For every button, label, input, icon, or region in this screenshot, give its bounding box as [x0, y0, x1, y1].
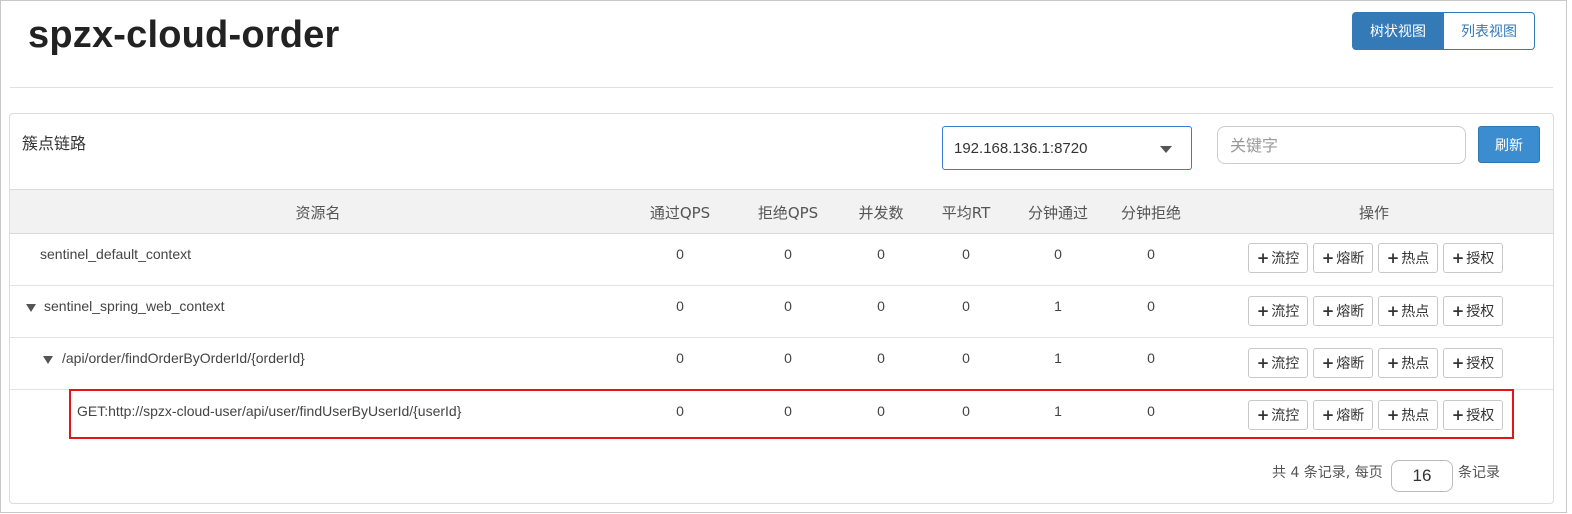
- flow-rule-label: 流控: [1271, 304, 1300, 320]
- highlight-annotation: [69, 389, 1514, 439]
- flow-rule-label: 流控: [1271, 356, 1300, 372]
- tree-view-button[interactable]: 树状视图: [1352, 12, 1444, 50]
- pager-total: 共 4 条记录, 每页: [1272, 465, 1383, 481]
- minute-pass: 1: [1054, 350, 1062, 366]
- th-resource-name: 资源名: [295, 204, 341, 222]
- th-actions: 操作: [1358, 204, 1390, 222]
- concurrency: 0: [877, 246, 885, 262]
- pager-suffix: 条记录: [1458, 465, 1500, 481]
- block-qps: 0: [784, 298, 792, 314]
- chevron-down-icon: [1160, 146, 1172, 153]
- concurrency: 0: [877, 298, 885, 314]
- hotspot-rule-label: 热点: [1401, 356, 1430, 372]
- hotspot-rule-label: 热点: [1401, 251, 1430, 267]
- app-title: spzx-cloud-order: [28, 14, 340, 56]
- minute-pass: 0: [1054, 246, 1062, 262]
- block-qps: 0: [784, 350, 792, 366]
- flow-rule-button[interactable]: + 流控: [1248, 243, 1308, 273]
- auth-rule-button[interactable]: + 授权: [1443, 296, 1503, 326]
- degrade-rule-button[interactable]: + 熔断: [1313, 348, 1373, 378]
- hotspot-rule-button[interactable]: + 热点: [1378, 348, 1438, 378]
- plus-icon: +: [1451, 249, 1465, 267]
- avg-rt: 0: [962, 298, 970, 314]
- th-avg-rt: 平均RT: [941, 204, 991, 222]
- pass-qps: 0: [676, 246, 684, 262]
- plus-icon: +: [1386, 249, 1400, 267]
- th-minute-pass: 分钟通过: [1027, 204, 1089, 222]
- plus-icon: +: [1386, 354, 1400, 372]
- th-minute-block: 分钟拒绝: [1120, 204, 1182, 222]
- th-block-qps: 拒绝QPS: [757, 204, 819, 222]
- view-toggle: 树状视图 列表视图: [1352, 12, 1535, 50]
- panel-title: 簇点链路: [22, 134, 87, 153]
- degrade-rule-label: 熔断: [1336, 356, 1365, 372]
- plus-icon: +: [1321, 354, 1335, 372]
- degrade-rule-label: 熔断: [1336, 251, 1365, 267]
- plus-icon: +: [1256, 302, 1270, 320]
- pass-qps: 0: [676, 350, 684, 366]
- avg-rt: 0: [962, 246, 970, 262]
- auth-rule-button[interactable]: + 授权: [1443, 348, 1503, 378]
- flow-rule-button[interactable]: + 流控: [1248, 296, 1308, 326]
- caret-down-icon[interactable]: [26, 304, 36, 312]
- keyword-search-input[interactable]: [1217, 126, 1466, 164]
- row-actions: + 流控 + 熔断 + 热点 + 授权: [1248, 348, 1503, 378]
- degrade-rule-label: 熔断: [1336, 304, 1365, 320]
- th-pass-qps: 通过QPS: [649, 204, 711, 222]
- plus-icon: +: [1386, 302, 1400, 320]
- degrade-rule-button[interactable]: + 熔断: [1313, 243, 1373, 273]
- auth-rule-label: 授权: [1466, 251, 1495, 267]
- minute-block: 0: [1147, 298, 1155, 314]
- row-actions: + 流控 + 熔断 + 热点 + 授权: [1248, 296, 1503, 326]
- auth-rule-button[interactable]: + 授权: [1443, 243, 1503, 273]
- resource-name: /api/order/findOrderByOrderId/{orderId}: [62, 350, 305, 366]
- minute-block: 0: [1147, 246, 1155, 262]
- flow-rule-button[interactable]: + 流控: [1248, 348, 1308, 378]
- auth-rule-label: 授权: [1466, 304, 1495, 320]
- caret-down-icon[interactable]: [43, 356, 53, 364]
- concurrency: 0: [877, 350, 885, 366]
- resource-name: sentinel_spring_web_context: [44, 298, 225, 314]
- degrade-rule-button[interactable]: + 熔断: [1313, 296, 1373, 326]
- hotspot-rule-button[interactable]: + 热点: [1378, 243, 1438, 273]
- header-divider: [10, 87, 1553, 88]
- plus-icon: +: [1451, 302, 1465, 320]
- block-qps: 0: [784, 246, 792, 262]
- plus-icon: +: [1256, 249, 1270, 267]
- pass-qps: 0: [676, 298, 684, 314]
- machine-select-value: 192.168.136.1:8720: [954, 139, 1088, 157]
- plus-icon: +: [1321, 302, 1335, 320]
- plus-icon: +: [1321, 249, 1335, 267]
- resource-name: sentinel_default_context: [40, 246, 191, 262]
- page-size-input[interactable]: 16: [1391, 460, 1453, 492]
- plus-icon: +: [1256, 354, 1270, 372]
- refresh-button[interactable]: 刷新: [1478, 126, 1540, 163]
- minute-block: 0: [1147, 350, 1155, 366]
- auth-rule-label: 授权: [1466, 356, 1495, 372]
- hotspot-rule-button[interactable]: + 热点: [1378, 296, 1438, 326]
- avg-rt: 0: [962, 350, 970, 366]
- list-view-button[interactable]: 列表视图: [1444, 12, 1535, 50]
- machine-select[interactable]: 192.168.136.1:8720: [942, 126, 1192, 170]
- row-actions: + 流控 + 熔断 + 热点 + 授权: [1248, 243, 1503, 273]
- hotspot-rule-label: 热点: [1401, 304, 1430, 320]
- plus-icon: +: [1451, 354, 1465, 372]
- minute-pass: 1: [1054, 298, 1062, 314]
- th-concurrency: 并发数: [858, 204, 904, 222]
- flow-rule-label: 流控: [1271, 251, 1300, 267]
